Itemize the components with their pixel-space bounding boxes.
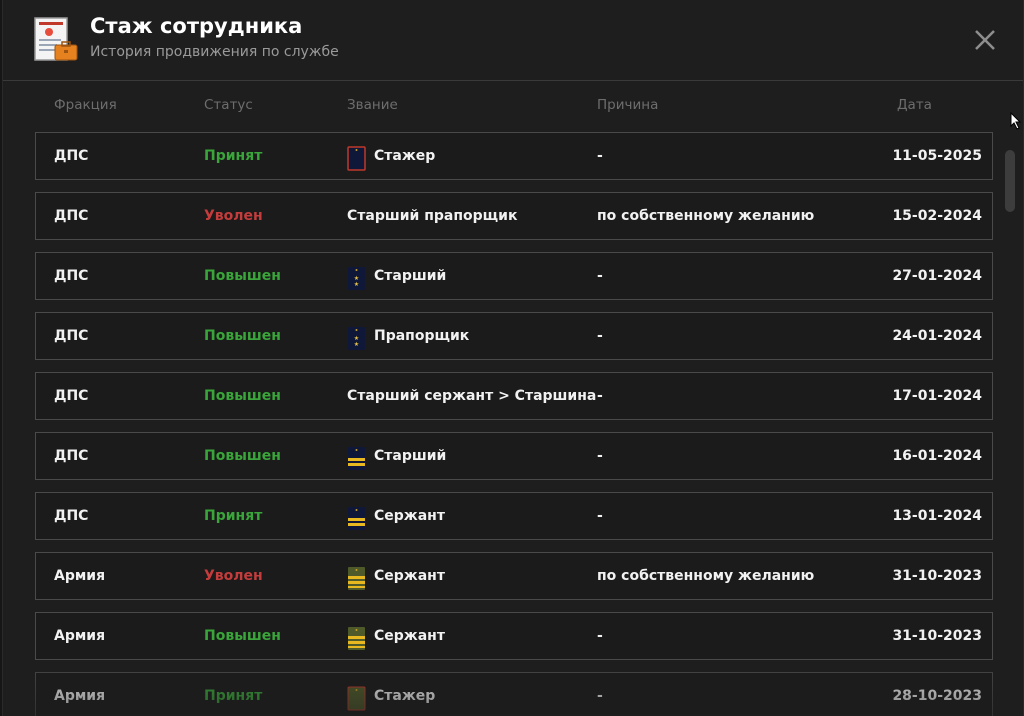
rank-cell: Стажер xyxy=(347,673,435,716)
rank-cell: Старший xyxy=(347,433,446,479)
close-icon[interactable] xyxy=(969,24,1001,56)
epaulette-navy-stripes-icon xyxy=(347,444,366,470)
date-cell: 17-01-2024 xyxy=(892,388,982,404)
date-cell: 13-01-2024 xyxy=(892,508,982,524)
column-header-reason: Причина xyxy=(597,97,659,113)
rank-label: Сержант xyxy=(374,568,445,584)
history-row[interactable]: Армия Повышен Сержант - 31-10-2023 xyxy=(35,612,993,660)
epaulette-navy-red-icon xyxy=(347,144,366,171)
status-cell: Принят xyxy=(204,148,263,164)
status-cell: Повышен xyxy=(204,268,281,284)
column-header-rank: Звание xyxy=(347,97,398,113)
rank-label: Сержант xyxy=(374,508,445,524)
rank-cell: Сержант xyxy=(347,553,445,599)
mouse-cursor-icon xyxy=(1010,111,1022,130)
rank-label: Старший сержант > Старшина xyxy=(347,388,597,404)
faction-cell: Армия xyxy=(54,688,106,704)
date-cell: 24-01-2024 xyxy=(892,328,982,344)
faction-cell: ДПС xyxy=(54,328,89,344)
window-title: Стаж сотрудника xyxy=(90,14,303,38)
svg-text:★: ★ xyxy=(354,341,359,348)
epaulette-army-plain-icon xyxy=(347,684,366,710)
rank-label: Сержант xyxy=(374,628,445,644)
history-row[interactable]: ДПС Повышен Старший - 16-01-2024 xyxy=(35,432,993,480)
reason-cell: - xyxy=(597,328,603,344)
column-header-date: Дата xyxy=(897,97,932,113)
scrollbar-thumb[interactable] xyxy=(1005,150,1015,212)
history-row[interactable]: ДПС Уволен Старший прапорщик по собственном… xyxy=(35,192,993,240)
status-cell: Повышен xyxy=(204,628,281,644)
faction-cell: Армия xyxy=(54,628,106,644)
status-cell: Уволен xyxy=(204,208,263,224)
history-row[interactable]: ДПС Повышен ★ ★ Прапорщик - 24-01-2024 xyxy=(35,312,993,360)
column-header-faction: Фракция xyxy=(54,97,117,113)
date-cell: 11-05-2025 xyxy=(892,148,982,164)
reason-cell: - xyxy=(597,508,603,524)
date-cell: 27-01-2024 xyxy=(892,268,982,284)
reason-cell: - xyxy=(597,448,603,464)
rank-label: Старший xyxy=(374,268,447,284)
history-row[interactable]: Армия Уволен Сержант по собственному желани… xyxy=(35,552,993,600)
rank-cell: Сержант xyxy=(347,613,445,659)
reason-cell: по собственному желанию xyxy=(597,208,815,224)
epaulette-navy-stars-icon: ★ ★ xyxy=(347,324,366,350)
history-row[interactable]: ДПС Повышен Старший сержант > Старшина - 17-… xyxy=(35,372,993,420)
reason-cell: - xyxy=(597,688,603,704)
rank-label: Старший xyxy=(374,448,447,464)
reason-cell: по собственному желанию xyxy=(597,568,815,584)
date-cell: 31-10-2023 xyxy=(892,628,982,644)
rank-label: Стажер xyxy=(374,148,436,164)
reason-cell: - xyxy=(597,388,603,404)
date-cell: 15-02-2024 xyxy=(892,208,982,224)
faction-cell: ДПС xyxy=(54,268,89,284)
epaulette-navy-stars-icon: ★ ★ xyxy=(347,264,366,290)
rank-label: Прапорщик xyxy=(374,328,470,344)
history-row[interactable]: Армия Принят Стажер - 28-10-2023 xyxy=(35,672,993,716)
date-cell: 31-10-2023 xyxy=(892,568,982,584)
history-row[interactable]: ДПС Принят Сержант - 13-01-2024 xyxy=(35,492,993,540)
status-cell: Повышен xyxy=(204,328,281,344)
rank-label: Старший прапорщик xyxy=(347,208,518,224)
status-cell: Повышен xyxy=(204,448,281,464)
reason-cell: - xyxy=(597,268,603,284)
date-cell: 16-01-2024 xyxy=(892,448,982,464)
column-header-status: Статус xyxy=(204,97,253,113)
epaulette-army-stripes-icon xyxy=(347,564,366,590)
document-briefcase-icon xyxy=(33,17,81,63)
faction-cell: ДПС xyxy=(54,448,89,464)
status-cell: Принят xyxy=(204,508,263,524)
faction-cell: ДПС xyxy=(54,508,89,524)
faction-cell: Армия xyxy=(54,568,106,584)
svg-text:★: ★ xyxy=(354,281,359,288)
window-subtitle: История продвижения по службе xyxy=(90,44,339,60)
seniority-window: Стаж сотрудника История продвижения по с… xyxy=(2,0,1024,716)
rank-cell: ★ ★ Прапорщик xyxy=(347,313,469,359)
faction-cell: ДПС xyxy=(54,148,89,164)
faction-cell: ДПС xyxy=(54,208,89,224)
date-cell: 28-10-2023 xyxy=(892,688,982,704)
epaulette-army-stripes-icon xyxy=(347,624,366,650)
reason-cell: - xyxy=(597,148,603,164)
history-row[interactable]: ДПС Повышен ★ ★ Старший - 27-01-2024 xyxy=(35,252,993,300)
rank-label: Стажер xyxy=(374,688,436,704)
status-cell: Уволен xyxy=(204,568,263,584)
faction-cell: ДПС xyxy=(54,388,89,404)
rank-cell: Сержант xyxy=(347,493,445,539)
rank-cell: ★ ★ Старший xyxy=(347,253,446,299)
status-cell: Повышен xyxy=(204,388,281,404)
status-cell: Принят xyxy=(204,688,263,704)
history-row[interactable]: ДПС Принят Стажер - 11-05-2025 xyxy=(35,132,993,180)
rank-cell: Старший прапорщик xyxy=(347,193,517,239)
window-header: Стаж сотрудника История продвижения по с… xyxy=(3,0,1023,81)
history-list[interactable]: ДПС Принят Стажер - 11-05-2025 ДПС Уволен Старш… xyxy=(35,132,993,716)
epaulette-navy-stripes-icon xyxy=(347,504,366,530)
rank-cell: Старший сержант > Старшина xyxy=(347,373,596,419)
rank-cell: Стажер xyxy=(347,133,435,179)
reason-cell: - xyxy=(597,628,603,644)
